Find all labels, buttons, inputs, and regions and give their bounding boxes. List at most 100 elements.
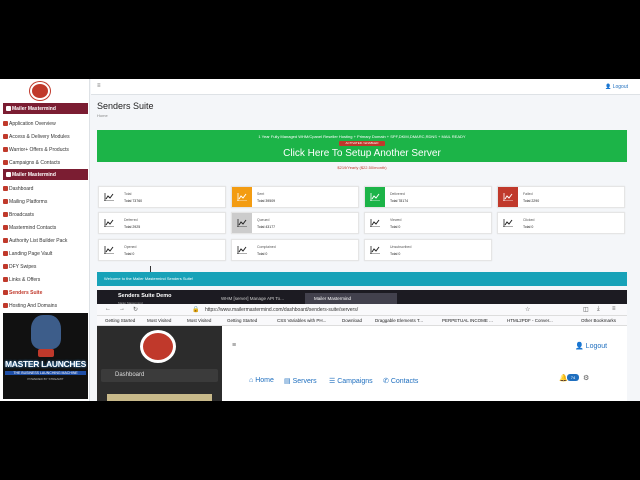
stat-label: Clicked xyxy=(523,218,535,222)
sidebar-item-label: DFY Swipes xyxy=(9,263,37,270)
setup-server-banner[interactable]: 1 Year Fully Managed WHM/Cpanel Reseller… xyxy=(97,130,627,162)
logout-link[interactable]: 👤 Logout xyxy=(605,84,628,90)
sidebar-item-icon xyxy=(3,303,8,308)
stat-value: Total 2290 xyxy=(523,199,540,203)
stat-value: Total 0 xyxy=(390,225,401,229)
launch-badge xyxy=(38,349,54,357)
bookmark-item[interactable]: Getting Started xyxy=(105,318,135,323)
embedded-nav-campaigns[interactable]: ☰ Campaigns xyxy=(329,377,373,385)
chart-line-icon xyxy=(365,240,385,260)
chart-line-icon xyxy=(232,240,252,260)
sidebar-item[interactable]: Landing Page Vault xyxy=(0,248,88,259)
stat-card: Opened Total 0 xyxy=(98,239,226,261)
bookmark-item[interactable]: HTML2PDF - Conver... xyxy=(507,318,553,323)
embedded-nav-home[interactable]: ⌂ Home xyxy=(249,377,274,384)
embedded-logout-link[interactable]: 👤 Logout xyxy=(575,342,607,350)
embedded-brand-logo[interactable] xyxy=(140,330,176,363)
stat-label: Viewed xyxy=(390,218,402,222)
bookmark-item[interactable]: PERPETUAL INCOME ... xyxy=(442,318,493,323)
star-icon[interactable]: ☆ xyxy=(525,306,530,313)
stat-value: Total 43177 xyxy=(257,225,276,229)
embedded-nav-servers[interactable]: ▤ Servers xyxy=(284,377,317,385)
sidebar-item[interactable]: Warrior+ Offers & Products xyxy=(0,144,88,155)
stat-card: Failed Total 2290 xyxy=(497,186,625,208)
sidebar-item-label: Hosting And Domains xyxy=(9,302,58,309)
breadcrumb[interactable]: Home xyxy=(97,113,108,118)
download-icon[interactable]: ⤓ xyxy=(597,306,600,313)
browser-tab-senders-suite-demo[interactable]: Senders Suite Demo Mailer Mastermind xyxy=(109,291,199,305)
sidebar-item[interactable]: Hosting And Domains xyxy=(0,300,88,311)
sidebar-item[interactable]: Dashboard xyxy=(0,183,88,194)
sidebar-item-icon xyxy=(3,121,8,126)
url-input[interactable]: https://www.mailermastermind.com/dashboa… xyxy=(205,307,358,313)
bookmark-item[interactable]: Most Visited xyxy=(147,318,171,323)
embedded-menu-toggle-icon[interactable]: ≡ xyxy=(232,342,236,349)
stat-card: Delivered Total 78174 xyxy=(364,186,492,208)
sidebar-item-icon xyxy=(6,172,11,177)
bookmark-item[interactable]: Most Visited xyxy=(187,318,211,323)
sidebar-item-label: Mailer Mastermind xyxy=(12,171,56,178)
sidebar-item-label: Mastermind Contacts xyxy=(9,224,57,231)
browser-tab-whm[interactable]: WHM [server] Manage API To... xyxy=(212,293,302,304)
reload-icon[interactable]: ↻ xyxy=(133,306,138,313)
brand-logo[interactable] xyxy=(30,82,50,100)
welcome-alert: Welcome to the Mailer Mastermind Senders… xyxy=(97,272,627,286)
sidebar: Mailer Mastermind Application Overview Acc… xyxy=(0,79,90,401)
nav-label: Home xyxy=(255,377,274,384)
sidebar-item[interactable]: Senders Suite xyxy=(0,287,88,298)
stat-value: Total 78174 xyxy=(390,199,409,203)
sidebar-item[interactable]: Access & Delivery Modules xyxy=(0,131,88,142)
menu-toggle-icon[interactable]: ≡ xyxy=(97,83,101,89)
sidebar-item-label: Campaigns & Contacts xyxy=(9,159,61,166)
bookmark-item[interactable]: Download xyxy=(342,318,362,323)
setup-server-button[interactable]: Click Here To Setup Another Server xyxy=(97,148,627,159)
master-launches-banner[interactable]: MASTER LAUNCHES THE BUSINESS LAUNCHING M… xyxy=(3,313,88,399)
bookmark-item[interactable]: CSS Variables with PH... xyxy=(277,318,326,323)
embedded-browser-screenshot: Senders Suite Demo Mailer Mastermind WHM… xyxy=(97,290,627,401)
sidebar-item-icon xyxy=(3,238,8,243)
sidebar-item[interactable]: Mailing Platforms xyxy=(0,196,88,207)
sidebar-item[interactable]: Broadcasts xyxy=(0,209,88,220)
pocket-icon[interactable]: ◫ xyxy=(583,306,589,313)
stat-label: Total xyxy=(124,192,132,196)
embedded-nav-contacts[interactable]: ✆ Contacts xyxy=(383,377,418,385)
gear-icon[interactable]: ⚙ xyxy=(583,374,589,382)
sidebar-item-label: Application Overview xyxy=(9,120,56,127)
notification-badge: 74 xyxy=(567,374,579,381)
sidebar-item-label: Landing Page Vault xyxy=(9,250,53,257)
back-icon[interactable]: ← xyxy=(105,306,111,312)
browser-menu-icon[interactable]: ≡ xyxy=(612,306,616,312)
stat-value: Total 0 xyxy=(390,252,401,256)
sidebar-item[interactable]: Mailer Mastermind xyxy=(3,103,88,114)
hosting-price: $219/Yearly ($22.50/month) xyxy=(337,165,387,170)
stat-value: Total 0 xyxy=(257,252,268,256)
browser-tab-mailer-mastermind[interactable]: Mailer Mastermind xyxy=(305,293,397,304)
chart-line-icon xyxy=(232,187,252,207)
sidebar-item[interactable]: Links & Offers xyxy=(0,274,88,285)
stat-label: Failed xyxy=(523,192,533,196)
sidebar-item-label: Dashboard xyxy=(9,185,34,192)
sidebar-item[interactable]: DFY Swipes xyxy=(0,261,88,272)
sidebar-item-icon xyxy=(3,147,8,152)
bookmark-item[interactable]: Draggable Elements T... xyxy=(375,318,423,323)
sidebar-item[interactable]: Authority List Builder Pack xyxy=(0,235,88,246)
sidebar-item-icon xyxy=(3,251,8,256)
banner-title: MASTER LAUNCHES xyxy=(5,359,86,369)
sidebar-item[interactable]: Mastermind Contacts xyxy=(0,222,88,233)
embedded-dashboard-link[interactable]: Dashboard xyxy=(101,369,218,382)
other-bookmarks[interactable]: Other Bookmarks xyxy=(581,318,616,323)
sidebar-item[interactable]: Mailer Mastermind xyxy=(3,169,88,180)
bookmark-item[interactable]: Getting Started xyxy=(227,318,257,323)
embedded-sidebar-item[interactable] xyxy=(107,394,212,401)
nav-label: Contacts xyxy=(390,378,419,385)
stat-card: Deferred Total 2925 xyxy=(98,212,226,234)
activated-badge: ACTIVATED / ENABLED xyxy=(339,141,385,146)
sidebar-item[interactable]: Application Overview xyxy=(0,118,88,129)
forward-icon[interactable]: → xyxy=(119,306,125,312)
logout-label: Logout xyxy=(612,84,628,90)
sidebar-item-icon xyxy=(3,212,8,217)
hosting-description: 1 Year Fully Managed WHM/Cpanel Reseller… xyxy=(258,134,466,139)
page-title: Senders Suite xyxy=(97,101,154,111)
sidebar-item-icon xyxy=(3,134,8,139)
sidebar-item[interactable]: Campaigns & Contacts xyxy=(0,157,88,168)
